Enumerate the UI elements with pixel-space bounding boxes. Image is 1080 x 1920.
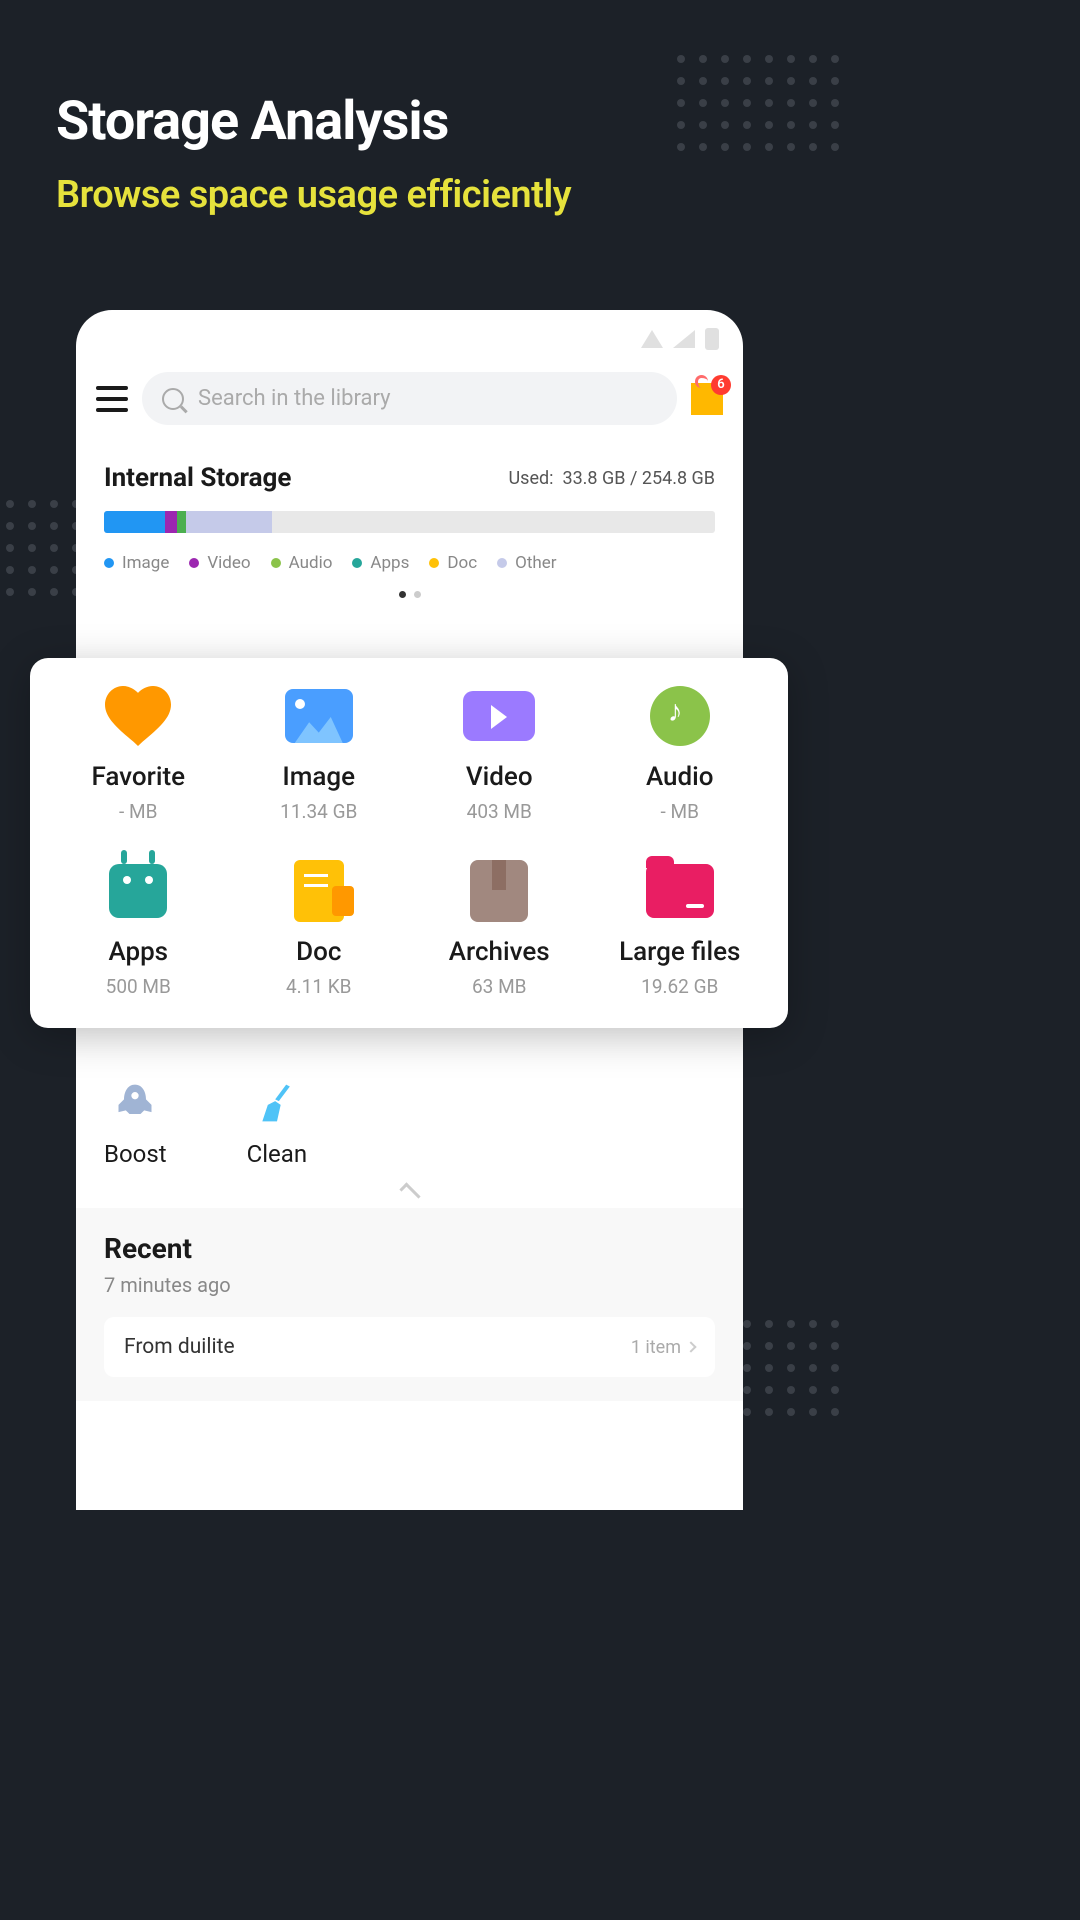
category-size: - MB [119,800,157,823]
category-size: - MB [661,800,699,823]
menu-button[interactable] [96,386,128,412]
category-label: Large files [619,937,740,967]
category-panel: Favorite - MB Image 11.34 GB Video 403 MB Audi… [30,658,788,1028]
category-size: 11.34 GB [280,800,357,823]
legend-item: Other [497,553,556,573]
tool-label: Clean [247,1140,308,1168]
category-size: 403 MB [467,800,532,823]
recent-section: Recent 7 minutes ago From duilite 1 item [76,1208,743,1401]
category-image[interactable]: Image 11.34 GB [235,688,404,823]
boost-tool[interactable]: Boost [104,1078,167,1168]
gift-badge: 6 [711,375,731,395]
legend-item: Video [189,553,250,573]
category-label: Image [282,762,355,792]
chevron-right-icon [685,1341,696,1352]
category-large-files[interactable]: Large files 19.62 GB [596,863,765,998]
category-label: Archives [449,937,550,967]
category-label: Apps [108,937,168,967]
legend-item: Apps [352,553,409,573]
category-label: Doc [296,937,341,967]
category-doc[interactable]: Doc 4.11 KB [235,863,404,998]
storage-bar[interactable] [104,511,715,533]
legend-item: Audio [271,553,333,573]
status-bar [76,310,743,358]
image-icon [283,688,355,744]
recent-from: From duilite [124,1335,235,1359]
recent-title: Recent [104,1232,715,1265]
wifi-icon [641,330,663,348]
storage-legend: Image Video Audio Apps Doc Other [104,553,715,573]
category-favorite[interactable]: Favorite - MB [54,688,223,823]
category-size: 4.11 KB [286,975,352,998]
doc-icon [283,863,355,919]
recent-count: 1 item [631,1337,695,1358]
category-label: Favorite [91,762,185,792]
storage-title: Internal Storage [104,463,291,493]
promo-header: Storage Analysis Browse space usage effi… [56,90,571,217]
clean-tool[interactable]: Clean [247,1078,308,1168]
legend-item: Image [104,553,169,573]
signal-icon [673,330,695,348]
category-size: 19.62 GB [641,975,718,998]
top-bar: Search in the library 6 [76,358,743,439]
decoration-dots [677,55,839,151]
favorite-icon [102,688,174,744]
page-indicator[interactable] [104,591,715,598]
tools-row: Boost Clean [76,1058,743,1178]
battery-icon [705,328,719,350]
legend-item: Doc [429,553,477,573]
rocket-icon [113,1078,157,1128]
search-input[interactable]: Search in the library [142,372,677,425]
video-icon [463,688,535,744]
large-files-icon [644,863,716,919]
tool-label: Boost [104,1140,167,1168]
category-size: 500 MB [106,975,171,998]
category-audio[interactable]: Audio - MB [596,688,765,823]
promo-subtitle: Browse space usage efficiently [56,173,571,217]
category-label: Audio [646,762,714,792]
category-archives[interactable]: Archives 63 MB [415,863,584,998]
category-label: Video [466,762,533,792]
gift-button[interactable]: 6 [691,383,723,415]
expand-chevron[interactable] [76,1178,743,1208]
storage-usage: Used: 33.8 GB / 254.8 GB [508,468,715,489]
storage-section: Internal Storage Used: 33.8 GB / 254.8 G… [76,439,743,608]
recent-time: 7 minutes ago [104,1273,715,1297]
promo-title: Storage Analysis [56,90,571,153]
recent-item[interactable]: From duilite 1 item [104,1317,715,1377]
broom-icon [255,1078,299,1128]
search-placeholder: Search in the library [198,386,391,411]
archives-icon [463,863,535,919]
category-video[interactable]: Video 403 MB [415,688,584,823]
category-size: 63 MB [472,975,527,998]
audio-icon [644,688,716,744]
category-apps[interactable]: Apps 500 MB [54,863,223,998]
search-icon [162,388,184,410]
apps-icon [102,863,174,919]
